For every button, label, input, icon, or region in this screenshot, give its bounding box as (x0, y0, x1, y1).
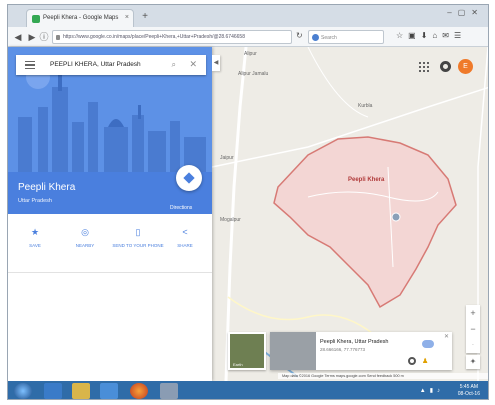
place-actions: ★ SAVE ◎ NEARBY ▯ SEND TO YOUR PHONE < S… (8, 223, 212, 273)
ie-icon[interactable] (44, 383, 62, 399)
clock[interactable]: 5:45 AM 08-Oct-16 (458, 384, 480, 398)
app-icon[interactable] (160, 383, 178, 399)
info-icon[interactable]: ⓘ (38, 31, 50, 43)
region-polygon (273, 136, 457, 309)
send-to-phone-label: SEND TO YOUR PHONE (112, 243, 164, 248)
new-tab-button[interactable]: + (138, 11, 152, 23)
send-to-phone-button[interactable]: ▯ SEND TO YOUR PHONE (112, 227, 164, 249)
cloud-icon (422, 340, 434, 348)
avatar[interactable]: E (458, 59, 473, 74)
taskbar: ▲▮♪ 5:45 AM 08-Oct-16 (8, 381, 488, 399)
toolbar-icons[interactable]: ☆▣⬇⌂✉☰ (396, 31, 466, 40)
zoom-out-button[interactable]: − (466, 321, 480, 337)
map-label-alipur-jamalu: Alipur Jamalu (238, 71, 269, 77)
map-label-jaipur: Jaipur (220, 155, 234, 161)
place-panel: PEEPLI KHERA, Uttar Pradesh ⌕ ✕ Peepli K… (8, 47, 212, 381)
streetview-thumbnail[interactable] (270, 332, 316, 370)
zoom-divider: · (472, 342, 474, 348)
media-icon[interactable] (100, 383, 118, 399)
menu-icon[interactable] (25, 61, 35, 69)
url-bar[interactable]: https://www.google.co.in/maps/place/Peep… (52, 30, 292, 44)
region-label: Peepli Khera (348, 177, 385, 183)
save-button[interactable]: ★ SAVE (12, 227, 58, 249)
share-button[interactable]: < SHARE (162, 227, 208, 249)
account-controls: E (416, 59, 476, 75)
browser-search-input[interactable]: Search (308, 30, 384, 44)
reload-icon[interactable]: ↻ (296, 31, 303, 40)
search-box[interactable]: PEEPLI KHERA, Uttar Pradesh ⌕ ✕ (16, 55, 206, 75)
place-region: Uttar Pradesh (18, 198, 52, 204)
browser-window: Peepli Khera - Google Maps × + –▢✕ ◀ ▶ ⓘ… (7, 4, 489, 400)
earth-label: Earth (233, 362, 243, 367)
back-arrow-icon[interactable]: ◀ (12, 31, 24, 43)
close-tab-icon[interactable]: × (125, 14, 129, 21)
map-footer: Map data ©2016 Google Terms maps.google.… (278, 373, 488, 379)
search-input[interactable]: PEEPLI KHERA, Uttar Pradesh (50, 61, 141, 68)
tab-title: Peepli Khera - Google Maps (43, 15, 119, 21)
streetview-coords: 28.666166, 77.776773 (320, 347, 366, 352)
nearby-icon: ◎ (81, 227, 89, 237)
nearby-label: NEARBY (75, 243, 95, 248)
firefox-icon[interactable] (130, 383, 148, 399)
directions-button[interactable] (176, 165, 202, 191)
lock-icon (56, 35, 60, 40)
window-controls[interactable]: –▢✕ (447, 8, 484, 17)
close-icon[interactable]: ✕ (189, 59, 197, 70)
clock-time: 5:45 AM (459, 384, 479, 390)
clock-date: 08-Oct-16 (457, 391, 480, 397)
compass-icon[interactable]: ✦ (466, 355, 480, 369)
tab-google-maps[interactable]: Peepli Khera - Google Maps × (26, 9, 134, 27)
forward-arrow-icon[interactable]: ▶ (26, 31, 38, 43)
browser-search-placeholder: Search (321, 35, 337, 41)
place-pin (391, 212, 401, 222)
map-label-mogalpur: Mogalpur (220, 217, 241, 223)
directions-label: Directions (170, 205, 193, 211)
streetview-title: Peepli Khera, Uttar Pradesh (320, 339, 389, 345)
tab-bar: Peepli Khera - Google Maps × + –▢✕ (8, 5, 488, 27)
close-icon[interactable]: ✕ (444, 333, 449, 340)
map-label-kurbla: Kurbla (358, 103, 373, 109)
system-tray-icons[interactable]: ▲▮♪ (420, 387, 444, 394)
start-icon[interactable] (14, 383, 32, 399)
earth-view-toggle[interactable]: Earth (228, 332, 266, 370)
search-icon[interactable]: ⌕ (172, 60, 176, 70)
zoom-in-button[interactable]: + (466, 305, 480, 321)
collapse-panel-button[interactable]: ◀ (212, 55, 220, 71)
share-icon: < (182, 227, 188, 237)
nearby-button[interactable]: ◎ NEARBY (62, 227, 108, 249)
url-text: https://www.google.co.in/maps/place/Peep… (63, 34, 245, 40)
share-label: SHARE (177, 243, 193, 248)
notifications-icon[interactable] (440, 61, 451, 72)
map-label-alipur: Alipur (244, 51, 257, 57)
pegman-icon[interactable]: ♟ (422, 357, 428, 365)
zoom-controls: + − · (466, 305, 480, 353)
folder-icon[interactable] (72, 383, 90, 399)
maps-favicon-icon (32, 15, 40, 23)
phone-icon: ▯ (135, 227, 141, 237)
apps-grid-icon[interactable] (418, 61, 429, 72)
google-icon (312, 34, 319, 41)
my-location-icon[interactable] (408, 357, 416, 365)
nav-bar: ◀ ▶ ⓘ https://www.google.co.in/maps/plac… (8, 27, 488, 47)
save-label: SAVE (29, 243, 41, 248)
star-icon: ★ (30, 227, 40, 237)
